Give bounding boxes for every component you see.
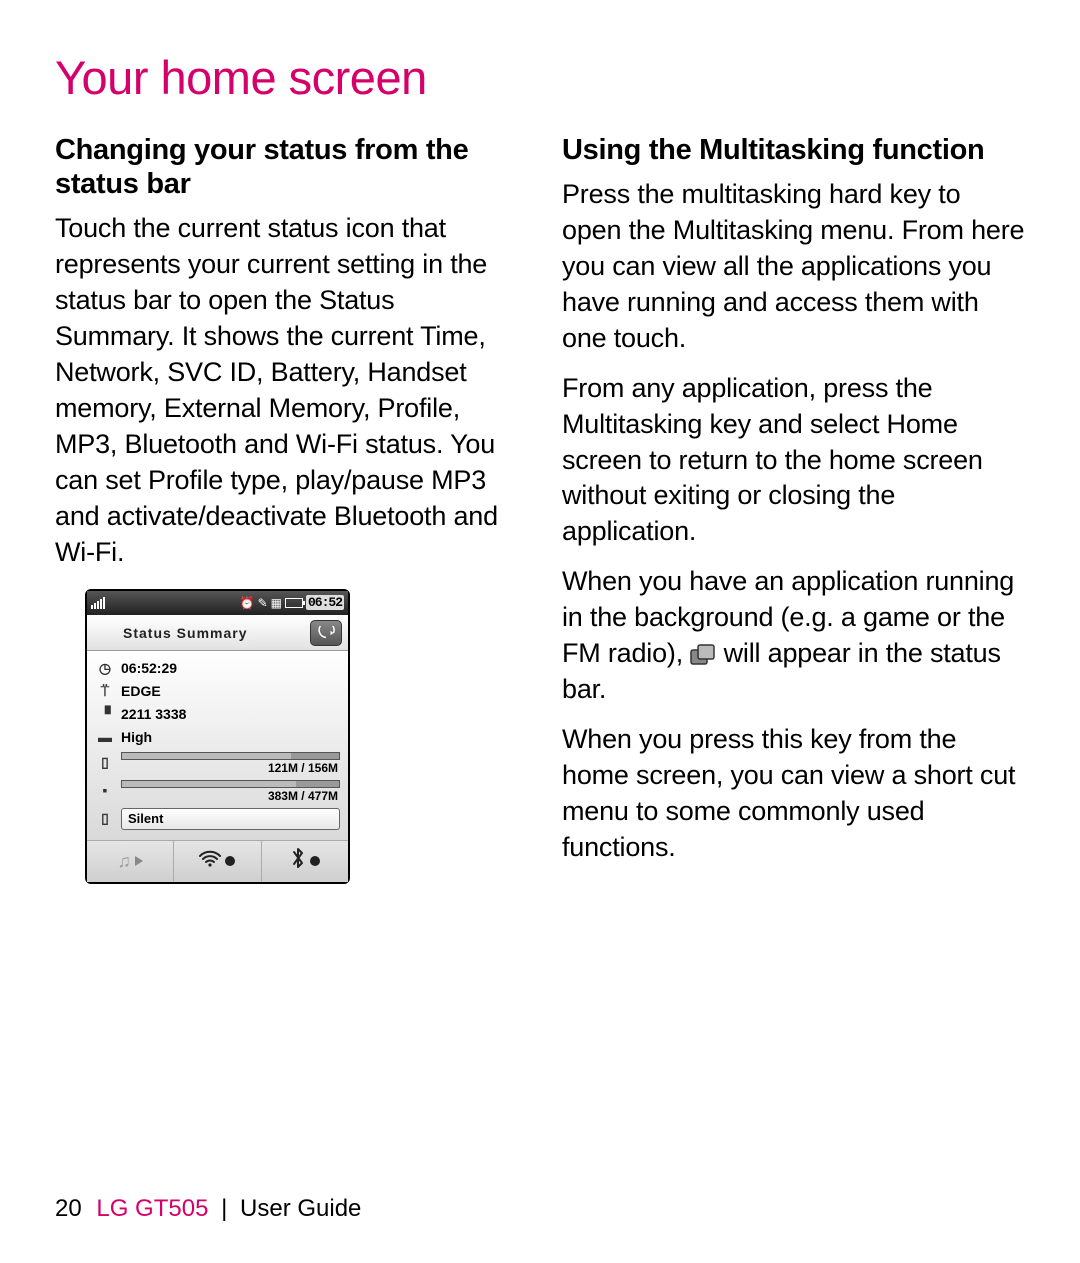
row-profile: ▯ Silent [91,804,340,834]
row-battery-value: High [121,729,152,745]
profile-icon: ▯ [97,810,113,827]
memory-external-bar [121,780,340,788]
row-svc-id: ▝ 2211 3338 [91,703,340,726]
signal-strength-icon: ▝ [97,706,113,723]
music-note-icon: ♫ [117,851,131,872]
battery-small-icon: ▬ [97,729,113,745]
row-battery: ▬ High [91,726,340,748]
row-memory-internal: ▯ 121M / 156M [91,748,340,776]
phone-memory-icon: ▯ [97,754,113,771]
phone-title: Status Summary [123,625,247,641]
page-footer: 20 LG GT505 | User Guide [55,1195,361,1223]
guide-label: User Guide [240,1195,361,1222]
multitasking-p1: Press the multitasking hard key to open … [562,177,1025,357]
section-heading-status-bar: Changing your status from the status bar [55,133,518,201]
row-time: ◷ 06:52:29 [91,657,340,680]
multitasking-p2: From any application, press the Multitas… [562,371,1025,551]
row-svc-id-value: 2211 3338 [121,706,186,722]
memory-internal-bar [121,752,340,760]
phone-titlebar: Status Summary [87,615,348,651]
phone-body: ◷ 06:52:29 ⍡ EDGE ▝ 2211 3338 ▬ High [87,651,348,840]
alarm-icon: ⏰ [240,596,255,610]
phone-status-bar: ⏰ ✎ ▦ 06:52 [87,591,348,615]
bluetooth-status-dot [310,856,320,866]
bluetooth-icon [290,847,306,875]
page-number: 20 [55,1195,82,1222]
wifi-icon [199,849,221,873]
profile-value: Silent [128,811,163,826]
phone-screenshot-wrap: ⏰ ✎ ▦ 06:52 Status Summary [85,589,518,884]
memory-internal-label: 121M / 156M [121,761,340,775]
section-body-status-bar: Touch the current status icon that repre… [55,211,518,570]
row-time-value: 06:52:29 [121,660,177,676]
edge-icon: ✎ [258,596,268,610]
right-column: Using the Multitasking function Press th… [562,133,1025,884]
multitask-icon [690,644,716,666]
row-network-value: EDGE [121,683,161,699]
play-icon [135,856,143,866]
status-bar-clock: 06:52 [306,595,344,610]
wifi-toggle[interactable] [174,841,261,882]
phone-bottom-bar: ♫ [87,840,348,882]
bluetooth-toggle[interactable] [262,841,348,882]
profile-field[interactable]: Silent [121,808,340,830]
wifi-status-dot [225,856,235,866]
back-arrow-icon [317,626,335,640]
antenna-icon: ⍡ [97,683,113,700]
row-memory-external: ▪ 383M / 477M [91,776,340,804]
section-heading-multitasking: Using the Multitasking function [562,133,1025,167]
sd-card-icon: ▪ [97,782,113,798]
row-network: ⍡ EDGE [91,680,340,703]
mp3-toggle[interactable]: ♫ [87,841,174,882]
vibrate-icon: ▦ [271,596,282,610]
device-model: LG GT505 [96,1195,208,1222]
signal-icon [91,597,105,609]
content-columns: Changing your status from the status bar… [55,133,1025,884]
multitasking-p3: When you have an application running in … [562,564,1025,708]
back-button[interactable] [310,620,342,646]
multitasking-p4: When you press this key from the home sc… [562,722,1025,866]
page-title: Your home screen [55,50,1025,105]
memory-external-label: 383M / 477M [121,789,340,803]
left-column: Changing your status from the status bar… [55,133,518,884]
battery-icon [285,598,303,608]
footer-separator: | [221,1195,227,1222]
phone-screenshot: ⏰ ✎ ▦ 06:52 Status Summary [85,589,350,884]
clock-icon: ◷ [97,660,113,677]
